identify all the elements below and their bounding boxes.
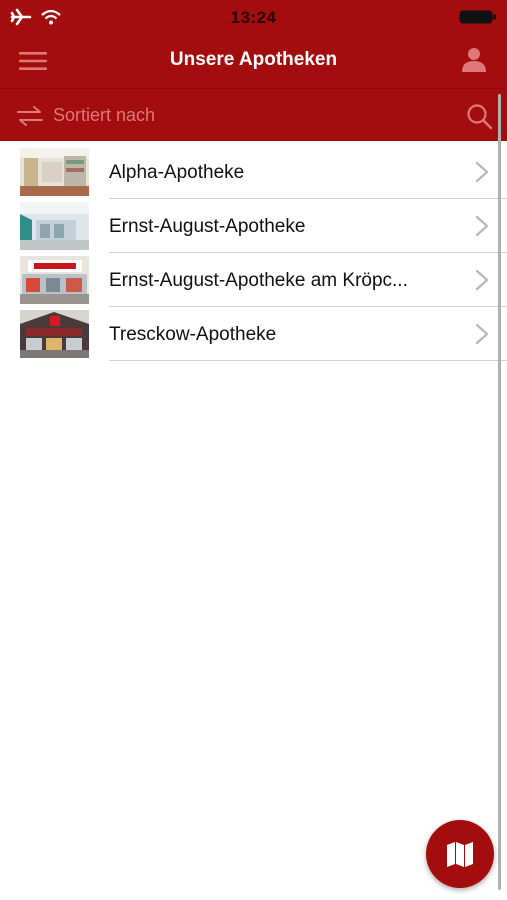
pharmacy-name: Ernst-August-Apotheke am Kröpc... <box>109 270 408 291</box>
list-item[interactable]: Ernst-August-Apotheke am Kröpc... <box>0 253 507 307</box>
map-button[interactable] <box>426 820 494 888</box>
row-divider <box>109 360 507 361</box>
pharmacy-photo <box>20 148 89 196</box>
chevron-right-icon <box>475 161 489 183</box>
search-icon[interactable] <box>465 102 493 130</box>
pharmacy-name: Ernst-August-Apotheke <box>109 216 306 237</box>
list-item[interactable]: Alpha-Apotheke <box>0 145 507 199</box>
navigation-bar: Unsere Apotheken <box>0 34 507 88</box>
pharmacy-name: Tresckow-Apotheke <box>109 324 277 345</box>
pharmacy-photo <box>20 202 89 250</box>
list-item[interactable]: Tresckow-Apotheke <box>0 307 507 361</box>
chevron-right-icon <box>475 215 489 237</box>
page-title: Unsere Apotheken <box>169 49 338 70</box>
status-bar: 13:24 <box>0 0 507 34</box>
pharmacy-photo <box>20 310 89 358</box>
sort-label[interactable]: Sortiert nach <box>53 105 155 126</box>
swap-arrows-icon[interactable] <box>16 105 44 127</box>
battery-icon <box>459 10 496 24</box>
scrollbar[interactable] <box>498 94 501 890</box>
sort-bar[interactable]: Sortiert nach <box>0 88 507 141</box>
list-item[interactable]: Ernst-August-Apotheke <box>0 199 507 253</box>
pharmacy-name: Alpha-Apotheke <box>109 162 245 183</box>
chevron-right-icon <box>475 269 489 291</box>
chevron-right-icon <box>475 323 489 345</box>
pharmacy-list: Alpha-Apotheke Ernst-August-Apotheke Ern… <box>0 145 507 361</box>
app-header: 13:24 Unsere Apotheken Sortiert nach <box>0 0 507 141</box>
user-profile-icon[interactable] <box>461 46 487 74</box>
map-icon <box>447 842 473 867</box>
status-time: 13:24 <box>230 8 277 27</box>
pharmacy-photo <box>20 256 89 304</box>
